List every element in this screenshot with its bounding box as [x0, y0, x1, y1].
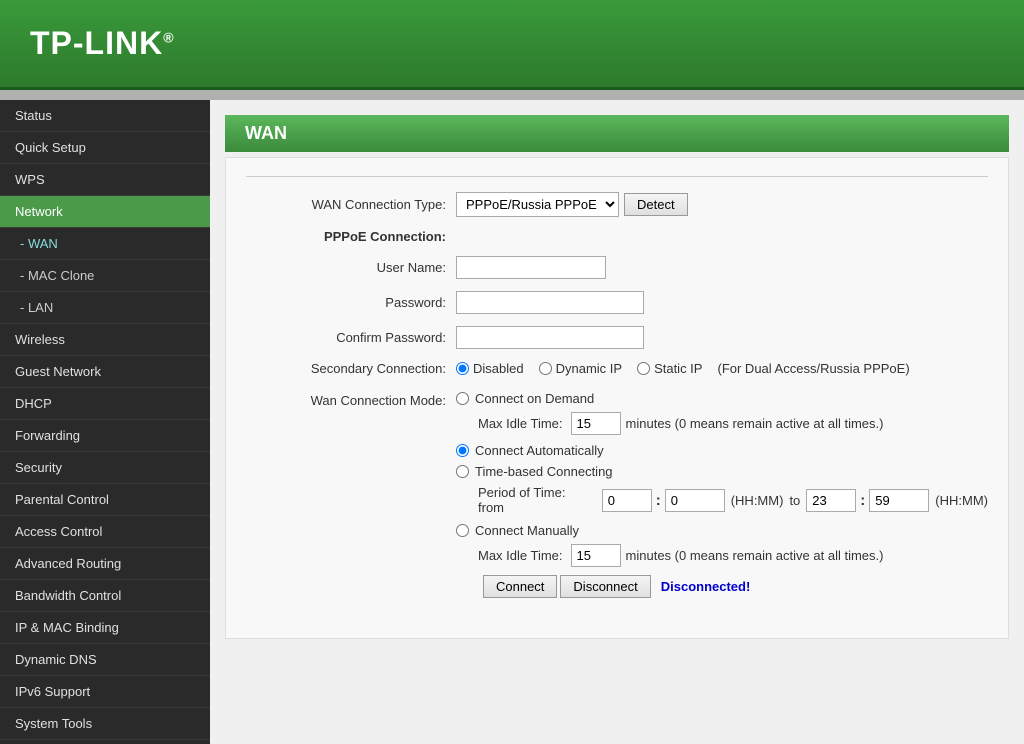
password-input[interactable] — [456, 291, 644, 314]
sidebar-item-forwarding[interactable]: Forwarding — [0, 420, 210, 452]
gray-bar — [0, 90, 1024, 100]
secondary-disabled-radio[interactable] — [456, 362, 469, 375]
sidebar-item-quick-setup[interactable]: Quick Setup — [0, 132, 210, 164]
hhmm-label-1: (HH:MM) — [731, 493, 784, 508]
sidebar-item-guest-network[interactable]: Guest Network — [0, 356, 210, 388]
period-to-m-input[interactable]: 59 — [869, 489, 929, 512]
connect-manually-radio[interactable] — [456, 524, 469, 537]
logo-text: TP-LINK — [30, 25, 163, 61]
password-row: Password: — [246, 291, 988, 314]
time-based-row: Time-based Connecting — [456, 464, 988, 479]
confirm-password-row: Confirm Password: — [246, 326, 988, 349]
connect-manually-label: Connect Manually — [475, 523, 579, 538]
secondary-static-radio[interactable] — [637, 362, 650, 375]
colon-1: : — [656, 492, 661, 509]
connection-status: Disconnected! — [661, 579, 751, 594]
sidebar-item-ipv6-support[interactable]: IPv6 Support — [0, 676, 210, 708]
secondary-dynamic-radio[interactable] — [539, 362, 552, 375]
period-label: Period of Time: from — [478, 485, 594, 515]
sidebar-item-wan[interactable]: - WAN — [0, 228, 210, 260]
wan-connection-mode-label: Wan Connection Mode: — [246, 391, 446, 408]
wan-connection-type-row: WAN Connection Type: PPPoE/Russia PPPoE … — [246, 192, 988, 217]
sidebar-item-dynamic-dns[interactable]: Dynamic DNS — [0, 644, 210, 676]
sidebar-item-wps[interactable]: WPS — [0, 164, 210, 196]
max-idle-time-label-1: Max Idle Time: — [478, 416, 563, 431]
connect-buttons-row: Connect Disconnect Disconnected! — [478, 575, 988, 598]
time-based-radio[interactable] — [456, 465, 469, 478]
colon-2: : — [860, 492, 865, 509]
header: TP-LINK® — [0, 0, 1024, 90]
secondary-connection-row: Secondary Connection: Disabled Dynamic I… — [246, 361, 988, 376]
period-from-m-input[interactable]: 0 — [665, 489, 725, 512]
period-to-h-input[interactable]: 23 — [806, 489, 856, 512]
logo: TP-LINK® — [30, 25, 175, 62]
hhmm-label-2: (HH:MM) — [935, 493, 988, 508]
detect-button[interactable]: Detect — [624, 193, 688, 216]
connect-automatically-radio[interactable] — [456, 444, 469, 457]
sidebar-item-wireless[interactable]: Wireless — [0, 324, 210, 356]
main-content: WAN WAN Connection Type: PPPoE/Russia PP… — [210, 100, 1024, 744]
secondary-dynamic-option[interactable]: Dynamic IP — [539, 361, 622, 376]
sidebar: Status Quick Setup WPS Network - WAN - M… — [0, 100, 210, 744]
sidebar-item-ip-mac-binding[interactable]: IP & MAC Binding — [0, 612, 210, 644]
sidebar-item-bandwidth-control[interactable]: Bandwidth Control — [0, 580, 210, 612]
wan-connection-type-label: WAN Connection Type: — [246, 197, 446, 212]
max-idle-time-row-2: Max Idle Time: 15 minutes (0 means remai… — [478, 544, 988, 567]
period-from-h-input[interactable]: 0 — [602, 489, 652, 512]
wan-connection-mode-row: Wan Connection Mode: Connect on Demand M… — [246, 391, 988, 606]
secondary-connection-options: Disabled Dynamic IP Static IP (For Dual … — [456, 361, 910, 376]
max-idle-time-input-2[interactable]: 15 — [571, 544, 621, 567]
period-of-time-row: Period of Time: from 0 : 0 (HH:MM) to 23… — [478, 485, 988, 515]
pppoe-connection-label: PPPoE Connection: — [246, 229, 446, 244]
confirm-password-input[interactable] — [456, 326, 644, 349]
connect-automatically-row: Connect Automatically — [456, 443, 988, 458]
sidebar-item-network[interactable]: Network — [0, 196, 210, 228]
sidebar-item-lan[interactable]: - LAN — [0, 292, 210, 324]
sidebar-item-status[interactable]: Status — [0, 100, 210, 132]
username-label: User Name: — [246, 260, 446, 275]
secondary-disabled-option[interactable]: Disabled — [456, 361, 524, 376]
wan-connection-mode-options: Connect on Demand Max Idle Time: 15 minu… — [456, 391, 988, 606]
max-idle-time-note-2: minutes (0 means remain active at all ti… — [626, 548, 884, 563]
disconnect-button[interactable]: Disconnect — [560, 575, 650, 598]
max-idle-time-input-1[interactable]: 15 — [571, 412, 621, 435]
username-row: User Name: — [246, 256, 988, 279]
sidebar-item-advanced-routing[interactable]: Advanced Routing — [0, 548, 210, 580]
connect-button[interactable]: Connect — [483, 575, 557, 598]
content-area: WAN Connection Type: PPPoE/Russia PPPoE … — [225, 157, 1009, 639]
password-label: Password: — [246, 295, 446, 310]
secondary-note: (For Dual Access/Russia PPPoE) — [717, 361, 909, 376]
connect-on-demand-row: Connect on Demand — [456, 391, 988, 406]
connect-on-demand-label: Connect on Demand — [475, 391, 594, 406]
sidebar-item-logout[interactable]: Logout — [0, 740, 210, 744]
logo-reg: ® — [163, 29, 174, 45]
to-label: to — [789, 493, 800, 508]
sidebar-item-mac-clone[interactable]: - MAC Clone — [0, 260, 210, 292]
secondary-connection-label: Secondary Connection: — [246, 361, 446, 376]
wan-connection-type-select[interactable]: PPPoE/Russia PPPoE Dynamic IP Static IP … — [456, 192, 619, 217]
divider — [246, 176, 988, 177]
pppoe-connection-row: PPPoE Connection: — [246, 229, 988, 244]
connect-automatically-label: Connect Automatically — [475, 443, 604, 458]
sidebar-item-security[interactable]: Security — [0, 452, 210, 484]
username-input[interactable] — [456, 256, 606, 279]
secondary-static-option[interactable]: Static IP — [637, 361, 702, 376]
confirm-password-label: Confirm Password: — [246, 330, 446, 345]
page-title: WAN — [225, 115, 1009, 152]
max-idle-time-label-2: Max Idle Time: — [478, 548, 563, 563]
sidebar-item-system-tools[interactable]: System Tools — [0, 708, 210, 740]
sidebar-item-parental-control[interactable]: Parental Control — [0, 484, 210, 516]
sidebar-item-dhcp[interactable]: DHCP — [0, 388, 210, 420]
connect-on-demand-radio[interactable] — [456, 392, 469, 405]
layout: Status Quick Setup WPS Network - WAN - M… — [0, 100, 1024, 744]
connect-manually-row: Connect Manually — [456, 523, 988, 538]
max-idle-time-note-1: minutes (0 means remain active at all ti… — [626, 416, 884, 431]
time-based-label: Time-based Connecting — [475, 464, 613, 479]
max-idle-time-row-1: Max Idle Time: 15 minutes (0 means remai… — [478, 412, 988, 435]
sidebar-item-access-control[interactable]: Access Control — [0, 516, 210, 548]
